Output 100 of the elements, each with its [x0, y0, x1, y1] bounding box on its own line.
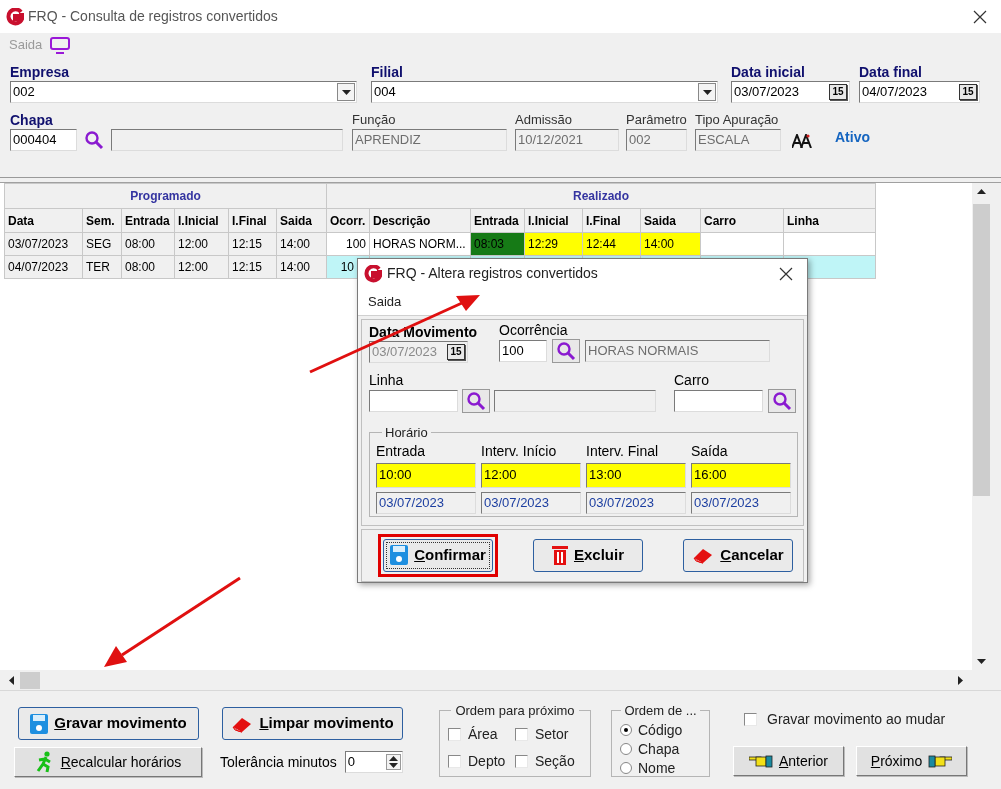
scroll-right-icon [958, 675, 963, 685]
group-title: Horário [384, 424, 429, 442]
group-title: Ordem para próximo [454, 702, 576, 720]
column-header[interactable]: Data [4, 208, 83, 233]
spin-down-icon [388, 763, 398, 768]
field-label: Tolerância minutos [220, 752, 337, 772]
date-field: 03/07/2023 [376, 491, 476, 514]
scroll-left-icon [9, 675, 14, 685]
action-button[interactable]: Limpar movimento [222, 707, 403, 740]
pointing-hand-icon [749, 754, 773, 768]
checkbox[interactable] [515, 754, 528, 768]
app-logo-icon [364, 264, 382, 283]
checkbox-label[interactable]: Área [468, 723, 498, 745]
field-label: Data final [859, 63, 923, 81]
action-button[interactable]: Gravar movimento [18, 707, 199, 740]
scroll-down-icon [976, 659, 986, 664]
calendar-button[interactable]: 15 [447, 344, 465, 360]
time-field[interactable]: 13:00 [586, 462, 686, 488]
date-field[interactable]: 04/07/2023 15 [859, 81, 980, 103]
column-header[interactable]: Linha [783, 208, 876, 233]
scroll-thumb[interactable] [972, 204, 990, 496]
close-icon[interactable] [973, 9, 987, 24]
radio-label[interactable]: Nome [638, 757, 676, 779]
field-label: Chapa [10, 111, 54, 129]
caret-icon [341, 89, 351, 95]
column-header[interactable]: Descrição [369, 208, 471, 233]
radio-label[interactable]: Chapa [638, 738, 680, 760]
field-label: Interv. Final [586, 442, 660, 459]
checkbox[interactable] [448, 754, 461, 768]
monitor-icon[interactable] [50, 36, 71, 54]
time-field[interactable]: 16:00 [691, 462, 791, 488]
field-label: Interv. Início [481, 442, 558, 459]
field-label: Ocorrência [499, 321, 569, 339]
field-label: Parâmetro [626, 111, 687, 129]
field-label: Empresa [10, 63, 71, 81]
action-button[interactable]: Recalcular horários [14, 747, 202, 777]
checkbox[interactable] [515, 727, 528, 741]
search-icon[interactable] [84, 130, 104, 150]
group-title: Ordem de ... [623, 702, 698, 720]
close-icon[interactable] [779, 266, 793, 281]
pointing-hand-icon [928, 754, 953, 768]
nav-button[interactable]: Próximo [856, 746, 967, 776]
group-header: Realizado [326, 183, 876, 209]
checkbox[interactable] [744, 713, 757, 726]
input-field[interactable]: 100 [499, 340, 547, 362]
radio-button[interactable] [620, 762, 632, 774]
window-title: FRQ - Consulta de registros convertidos [28, 7, 278, 26]
field-label: Carro [674, 371, 710, 389]
field-label: Entrada [376, 442, 427, 459]
status-text: Ativo [835, 128, 870, 147]
nav-button[interactable]: Anterior [733, 746, 844, 776]
app-logo-icon [6, 7, 24, 26]
spin-box[interactable]: 0 [344, 751, 403, 773]
calendar-button[interactable]: 15 [959, 84, 977, 100]
dialog-button[interactable]: Excluir [533, 538, 643, 572]
checkbox-label[interactable]: Gravar movimento ao mudar [767, 709, 946, 730]
table-cell: 03/07/2023 [4, 232, 83, 256]
input-field[interactable] [369, 390, 458, 412]
checkbox-label[interactable]: Depto [468, 750, 506, 772]
input-field: APRENDIZ [352, 129, 507, 151]
table-cell: 04/07/2023 [4, 255, 83, 279]
date-field: 03/07/2023 [586, 491, 686, 514]
checkbox[interactable] [448, 727, 461, 741]
input-field: ESCALA [695, 129, 781, 151]
field-label: Linha [369, 371, 405, 389]
input-field: 002 [626, 129, 687, 151]
dialog-button[interactable]: Cancelar [683, 538, 793, 572]
spin-up-icon [388, 756, 398, 761]
dropdown[interactable]: 002 [10, 81, 357, 103]
dialog-title: FRQ - Altera registros convertidos [387, 264, 598, 283]
date-field: 03/07/2023 [691, 491, 791, 514]
scroll-up-icon [976, 189, 986, 194]
input-field: HORAS NORMAIS [585, 340, 770, 362]
group-header: Programado [4, 183, 327, 209]
radio-button[interactable] [620, 743, 632, 755]
field-label: Filial [371, 63, 404, 81]
scroll-thumb[interactable] [20, 671, 40, 689]
field-label: Admissão [515, 111, 574, 129]
time-field[interactable]: 12:00 [481, 462, 581, 488]
input-field: 10/12/2021 [515, 129, 619, 151]
field-label: Tipo Apuração [695, 111, 780, 129]
date-field: 03/07/2023 [481, 491, 581, 514]
field-label: Saída [691, 442, 729, 459]
field-label: Função [352, 111, 397, 129]
menu-item[interactable]: Saida [368, 291, 402, 312]
input-field[interactable]: 000404 [10, 129, 77, 151]
radio-button[interactable] [620, 724, 632, 736]
time-field[interactable]: 10:00 [376, 462, 476, 488]
calendar-button[interactable]: 15 [829, 84, 847, 100]
date-field[interactable]: 03/07/2023 15 [731, 81, 850, 103]
field-label: Data inicial [731, 63, 806, 81]
radio-label[interactable]: Código [638, 719, 683, 741]
checkbox-label[interactable]: Setor [535, 723, 569, 745]
input-field[interactable] [674, 390, 763, 412]
font-size-icon[interactable] [792, 134, 812, 148]
dialog-button[interactable]: Confirmar [383, 538, 493, 572]
date-field: 03/07/2023 15 [369, 341, 468, 363]
checkbox-label[interactable]: Seção [535, 750, 575, 772]
caret-icon [702, 89, 712, 95]
dropdown[interactable]: 004 [371, 81, 718, 103]
